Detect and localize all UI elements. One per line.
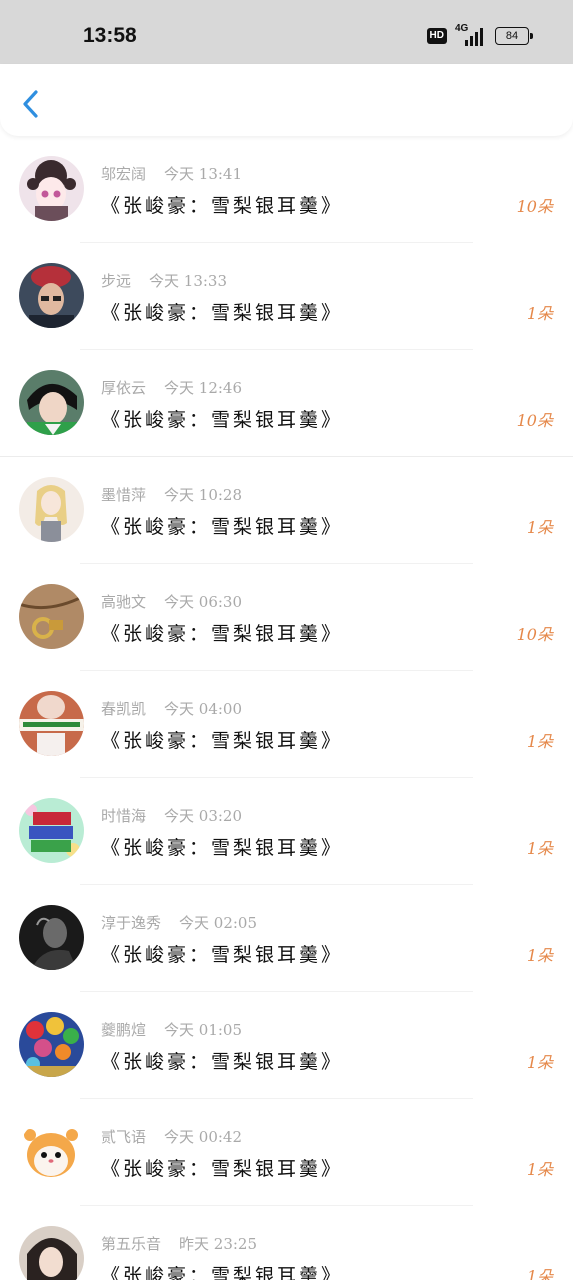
avatar[interactable] bbox=[19, 156, 84, 221]
user-name: 贰飞语 bbox=[101, 1128, 147, 1146]
avatar[interactable] bbox=[19, 1226, 84, 1280]
item-title: 《张峻豪：雪梨银耳羹》 bbox=[101, 730, 344, 752]
avatar[interactable] bbox=[19, 584, 84, 649]
avatar[interactable] bbox=[19, 477, 84, 542]
battery-level: 84 bbox=[505, 30, 519, 42]
user-name: 墨惜萍 bbox=[101, 486, 147, 504]
user-name: 春凯凯 bbox=[101, 700, 147, 718]
send-time: 昨天 23:25 bbox=[179, 1235, 258, 1253]
user-name: 邬宏阔 bbox=[101, 165, 147, 183]
list-item[interactable]: 淳于逸秀 今天 02:05 《张峻豪：雪梨银耳羹》 1朵 bbox=[0, 885, 573, 992]
status-time: 13:58 bbox=[83, 24, 137, 47]
send-time: 今天 01:05 bbox=[164, 1021, 243, 1039]
avatar[interactable] bbox=[19, 691, 84, 756]
item-meta: 夔鹏煊 今天 01:05 bbox=[101, 1019, 242, 1040]
back-arrow-icon[interactable] bbox=[18, 88, 42, 120]
item-title: 《张峻豪：雪梨银耳羹》 bbox=[101, 944, 344, 966]
user-name: 淳于逸秀 bbox=[101, 914, 162, 932]
item-title: 《张峻豪：雪梨银耳羹》 bbox=[101, 1051, 344, 1073]
user-name: 第五乐音 bbox=[101, 1235, 162, 1253]
list-item[interactable]: 夔鹏煊 今天 01:05 《张峻豪：雪梨银耳羹》 1朵 bbox=[0, 992, 573, 1099]
user-name: 时惜海 bbox=[101, 807, 147, 825]
list-item[interactable]: 厚依云 今天 12:46 《张峻豪：雪梨银耳羹》 10朵 bbox=[0, 350, 573, 457]
list-item[interactable]: 步远 今天 13:33 《张峻豪：雪梨银耳羹》 1朵 bbox=[0, 243, 573, 350]
item-meta: 淳于逸秀 今天 02:05 bbox=[101, 912, 257, 933]
send-time: 今天 02:05 bbox=[179, 914, 258, 932]
item-meta: 邬宏阔 今天 13:41 bbox=[101, 163, 242, 184]
gift-count: 1朵 bbox=[526, 946, 553, 965]
gift-count: 1朵 bbox=[526, 839, 553, 858]
item-title: 《张峻豪：雪梨银耳羹》 bbox=[101, 837, 344, 859]
list-item[interactable]: 邬宏阔 今天 13:41 《张峻豪：雪梨银耳羹》 10朵 bbox=[0, 136, 573, 243]
item-title: 《张峻豪：雪梨银耳羹》 bbox=[101, 1158, 344, 1180]
item-meta: 第五乐音 昨天 23:25 bbox=[101, 1233, 257, 1254]
gift-count: 1朵 bbox=[526, 1053, 553, 1072]
list-item[interactable]: 墨惜萍 今天 10:28 《张峻豪：雪梨银耳羹》 1朵 bbox=[0, 457, 573, 564]
item-meta: 春凯凯 今天 04:00 bbox=[101, 698, 242, 719]
item-title: 《张峻豪：雪梨银耳羹》 bbox=[101, 516, 344, 538]
send-time: 今天 00:42 bbox=[164, 1128, 243, 1146]
avatar[interactable] bbox=[19, 1119, 84, 1184]
gift-count: 10朵 bbox=[516, 411, 553, 430]
item-title: 《张峻豪：雪梨银耳羹》 bbox=[101, 409, 344, 431]
gift-count: 1朵 bbox=[526, 1267, 553, 1280]
item-meta: 步远 今天 13:33 bbox=[101, 270, 227, 291]
send-time: 今天 03:20 bbox=[164, 807, 243, 825]
status-bar: 13:58 HD 4G 84 bbox=[0, 0, 573, 64]
avatar[interactable] bbox=[19, 905, 84, 970]
send-time: 今天 04:00 bbox=[164, 700, 243, 718]
item-meta: 厚依云 今天 12:46 bbox=[101, 377, 242, 398]
status-icons: HD 4G 84 bbox=[426, 23, 533, 46]
item-title: 《张峻豪：雪梨银耳羹》 bbox=[101, 195, 344, 217]
nav-bar bbox=[0, 64, 573, 136]
item-meta: 时惜海 今天 03:20 bbox=[101, 805, 242, 826]
item-meta: 贰飞语 今天 00:42 bbox=[101, 1126, 242, 1147]
list-item[interactable]: 高驰文 今天 06:30 《张峻豪：雪梨银耳羹》 10朵 bbox=[0, 564, 573, 671]
user-name: 步远 bbox=[101, 272, 132, 290]
battery-icon: 84 bbox=[495, 27, 533, 45]
list-item[interactable]: 时惜海 今天 03:20 《张峻豪：雪梨银耳羹》 1朵 bbox=[0, 778, 573, 885]
gift-count: 1朵 bbox=[526, 1160, 553, 1179]
item-meta: 墨惜萍 今天 10:28 bbox=[101, 484, 242, 505]
list-item[interactable]: 第五乐音 昨天 23:25 《张峻豪：雪梨银耳羹》 1朵 bbox=[0, 1206, 573, 1280]
user-name: 高驰文 bbox=[101, 593, 147, 611]
item-meta: 高驰文 今天 06:30 bbox=[101, 591, 242, 612]
gift-count: 1朵 bbox=[526, 304, 553, 323]
gift-count: 1朵 bbox=[526, 732, 553, 751]
avatar[interactable] bbox=[19, 263, 84, 328]
user-name: 厚依云 bbox=[101, 379, 147, 397]
gift-count: 10朵 bbox=[516, 625, 553, 644]
avatar[interactable] bbox=[19, 798, 84, 863]
item-title: 《张峻豪：雪梨银耳羹》 bbox=[101, 1265, 344, 1280]
send-time: 今天 12:46 bbox=[164, 379, 243, 397]
hd-icon: HD bbox=[426, 28, 447, 44]
gift-record-list: 邬宏阔 今天 13:41 《张峻豪：雪梨银耳羹》 10朵 步远 今天 13:33… bbox=[0, 136, 573, 1280]
item-title: 《张峻豪：雪梨银耳羹》 bbox=[101, 623, 344, 645]
item-title: 《张峻豪：雪梨银耳羹》 bbox=[101, 302, 344, 324]
gift-count: 10朵 bbox=[516, 197, 553, 216]
send-time: 今天 13:33 bbox=[149, 272, 228, 290]
avatar[interactable] bbox=[19, 1012, 84, 1077]
user-name: 夔鹏煊 bbox=[101, 1021, 147, 1039]
list-item[interactable]: 春凯凯 今天 04:00 《张峻豪：雪梨银耳羹》 1朵 bbox=[0, 671, 573, 778]
gift-count: 1朵 bbox=[526, 518, 553, 537]
send-time: 今天 06:30 bbox=[164, 593, 243, 611]
avatar[interactable] bbox=[19, 370, 84, 435]
send-time: 今天 10:28 bbox=[164, 486, 243, 504]
signal-icon: 4G bbox=[455, 23, 487, 46]
send-time: 今天 13:41 bbox=[164, 165, 243, 183]
list-item[interactable]: 贰飞语 今天 00:42 《张峻豪：雪梨银耳羹》 1朵 bbox=[0, 1099, 573, 1206]
